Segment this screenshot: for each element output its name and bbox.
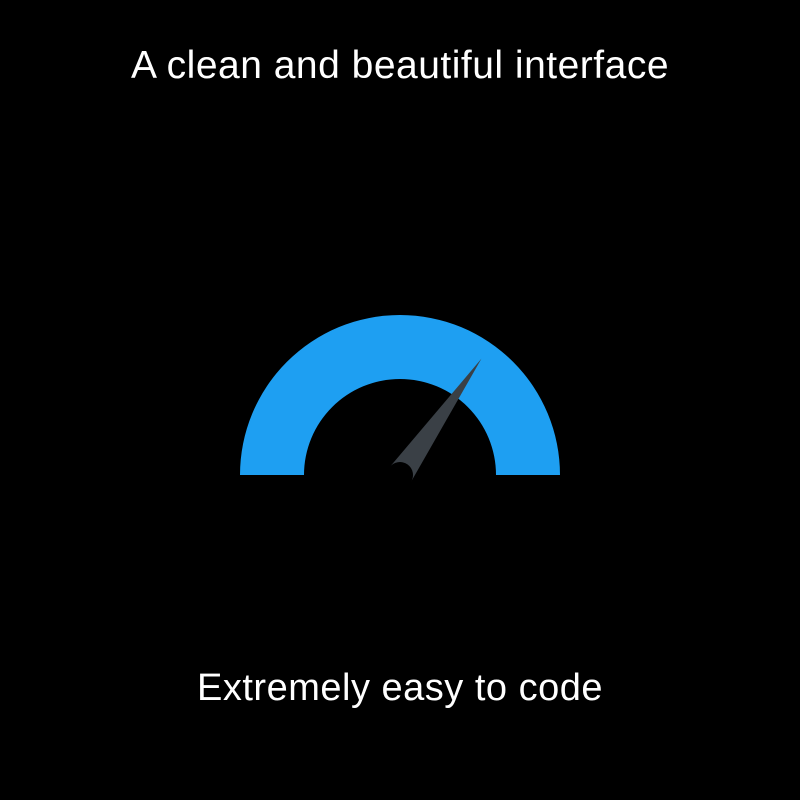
- page-subtitle: Extremely easy to code: [197, 667, 603, 710]
- gauge-icon: [225, 285, 575, 495]
- gauge-arc: [240, 315, 560, 475]
- page-title: A clean and beautiful interface: [131, 40, 669, 93]
- gauge-widget: [225, 285, 575, 495]
